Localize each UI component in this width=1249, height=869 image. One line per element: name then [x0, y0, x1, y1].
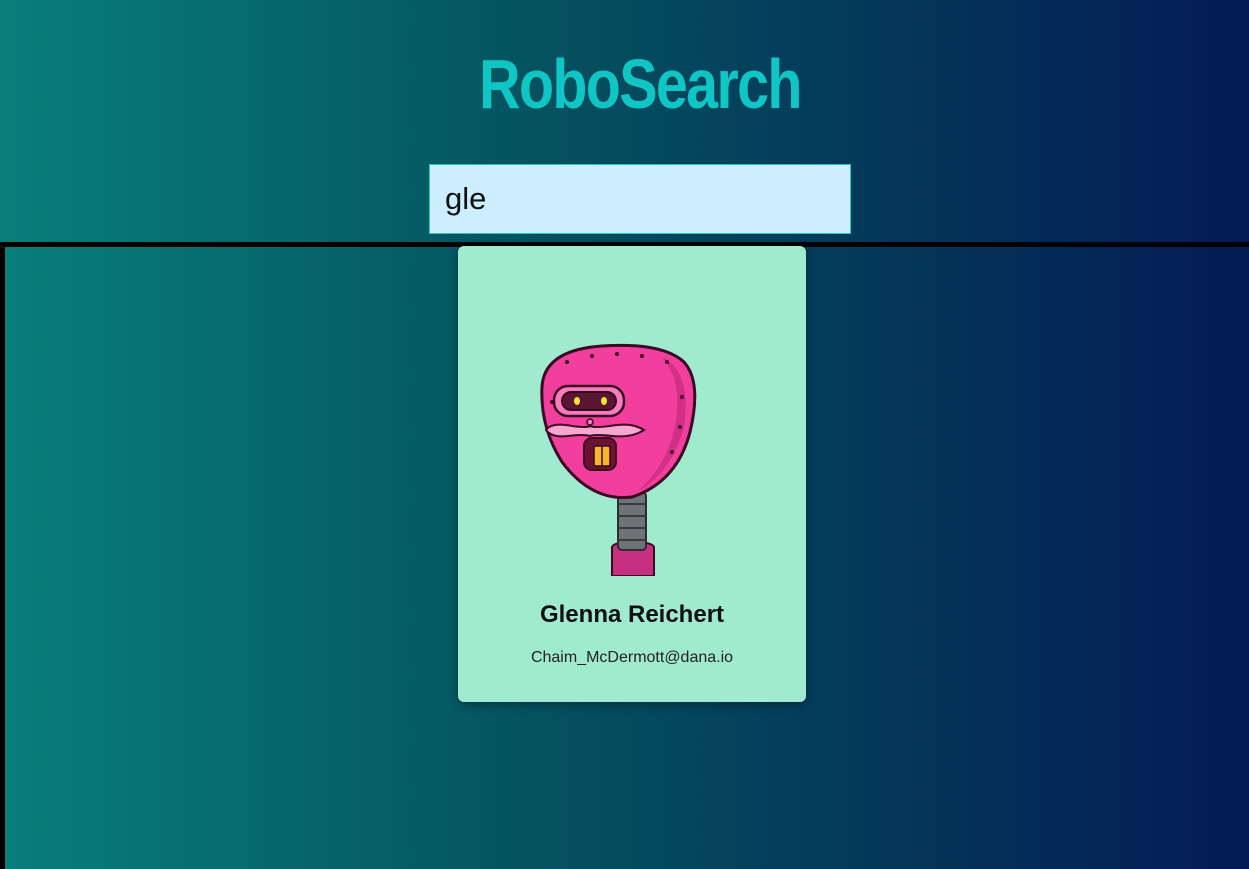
search-input[interactable]	[429, 164, 851, 234]
robot-avatar-icon	[540, 343, 697, 576]
robot-name: Glenna Reichert	[539, 601, 725, 628]
app-title: RoboSearch	[479, 45, 802, 123]
robot-card[interactable]: Glenna Reichert Chaim_McDermott@dana.io	[458, 246, 806, 702]
robot-email: Chaim_McDermott@dana.io	[530, 649, 734, 666]
